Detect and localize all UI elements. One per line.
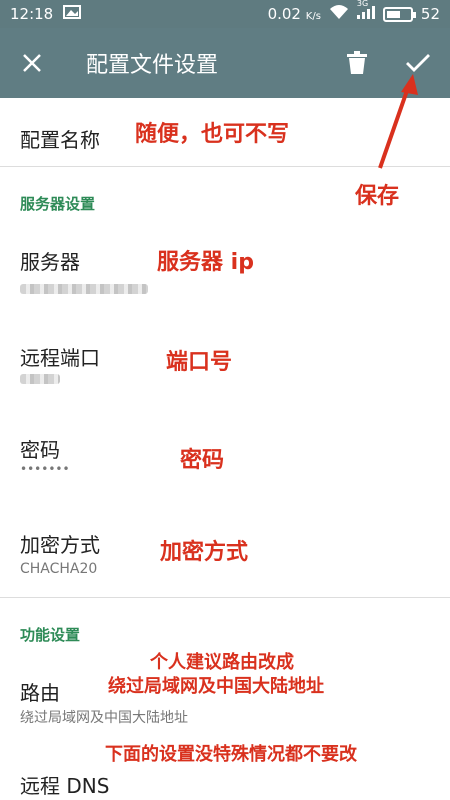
status-time: 12:18 (10, 5, 54, 23)
port-annotation: 端口号 (166, 350, 233, 375)
page-title: 配置文件设置 (86, 53, 219, 78)
feature-section-header: 功能设置 (20, 626, 81, 644)
save-button[interactable] (398, 28, 438, 98)
encryption-annotation: 加密方式 (160, 540, 249, 565)
save-annotation: 保存 (355, 184, 400, 209)
trash-icon (347, 51, 367, 74)
profile-name-label: 配置名称 (20, 128, 100, 152)
delete-button[interactable] (340, 28, 374, 98)
remote-dns-row[interactable]: 远程 DNS (0, 760, 450, 800)
status-right: 0.02 K/s 3G 52 (267, 0, 440, 24)
notification-image-icon (63, 5, 82, 23)
route-label: 路由 (20, 681, 60, 705)
divider (0, 597, 450, 598)
divider (0, 166, 450, 167)
server-value-blurred (20, 284, 148, 294)
port-label: 远程端口 (20, 346, 100, 370)
battery-percent: 52 (420, 5, 440, 23)
close-button[interactable] (0, 28, 64, 98)
profile-name-annotation: 随便，也可不写 (135, 122, 290, 147)
route-value: 绕过局域网及中国大陆地址 (20, 710, 188, 726)
remote-dns-label: 远程 DNS (20, 774, 110, 798)
server-label: 服务器 (20, 250, 80, 274)
password-row[interactable]: 密码 ••••••• (0, 420, 450, 510)
close-icon (23, 54, 41, 72)
password-value: ••••••• (20, 462, 70, 476)
server-annotation: 服务器 ip (157, 250, 254, 275)
password-label: 密码 (20, 438, 60, 462)
signal-icon: 3G (356, 0, 375, 23)
status-bar: 12:18 0.02 K/s 3G 52 (0, 0, 450, 28)
encryption-label: 加密方式 (20, 533, 100, 557)
network-speed: 0.02 K/s (267, 5, 321, 23)
route-row[interactable]: 路由 绕过局域网及中国大陆地址 (0, 665, 450, 735)
battery-icon (382, 6, 416, 22)
app-bar: 配置文件设置 (0, 28, 450, 98)
port-value-blurred (20, 374, 60, 384)
server-section-header: 服务器设置 (20, 195, 96, 213)
check-icon (406, 54, 430, 72)
wifi-icon (329, 4, 349, 24)
encryption-value: CHACHA20 (20, 561, 98, 577)
password-annotation: 密码 (180, 448, 225, 473)
